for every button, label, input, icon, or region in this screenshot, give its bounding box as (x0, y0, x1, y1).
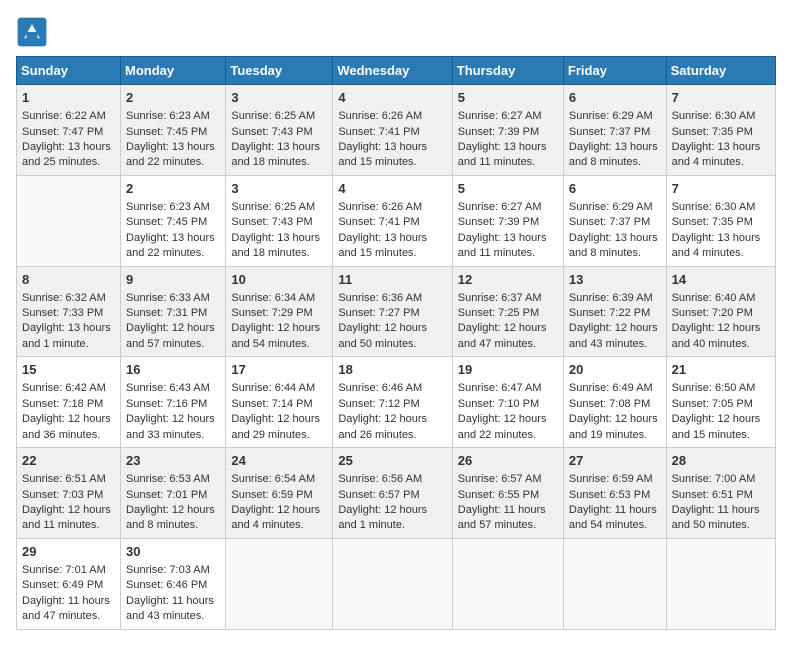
day-number: 28 (672, 452, 770, 470)
calendar-cell: 21Sunrise: 6:50 AMSunset: 7:05 PMDayligh… (666, 357, 775, 448)
page-header (16, 16, 776, 48)
calendar-cell: 29Sunrise: 7:01 AMSunset: 6:49 PMDayligh… (17, 538, 121, 629)
calendar-cell: 3Sunrise: 6:25 AMSunset: 7:43 PMDaylight… (226, 175, 333, 266)
day-number: 20 (569, 361, 661, 379)
day-number: 1 (22, 89, 115, 107)
calendar-row: 2Sunrise: 6:23 AMSunset: 7:45 PMDaylight… (17, 175, 776, 266)
calendar-row: 8Sunrise: 6:32 AMSunset: 7:33 PMDaylight… (17, 266, 776, 357)
calendar-cell (452, 538, 563, 629)
calendar-cell: 28Sunrise: 7:00 AMSunset: 6:51 PMDayligh… (666, 448, 775, 539)
day-number: 4 (338, 180, 446, 198)
calendar-cell: 4Sunrise: 6:26 AMSunset: 7:41 PMDaylight… (333, 85, 452, 176)
calendar-cell: 20Sunrise: 6:49 AMSunset: 7:08 PMDayligh… (563, 357, 666, 448)
calendar-cell: 12Sunrise: 6:37 AMSunset: 7:25 PMDayligh… (452, 266, 563, 357)
calendar-cell: 16Sunrise: 6:43 AMSunset: 7:16 PMDayligh… (121, 357, 226, 448)
calendar-cell: 22Sunrise: 6:51 AMSunset: 7:03 PMDayligh… (17, 448, 121, 539)
day-number: 6 (569, 89, 661, 107)
calendar-cell: 2Sunrise: 6:23 AMSunset: 7:45 PMDaylight… (121, 85, 226, 176)
day-number: 5 (458, 89, 558, 107)
calendar-cell: 14Sunrise: 6:40 AMSunset: 7:20 PMDayligh… (666, 266, 775, 357)
day-number: 7 (672, 180, 770, 198)
calendar-cell: 10Sunrise: 6:34 AMSunset: 7:29 PMDayligh… (226, 266, 333, 357)
calendar-cell (17, 175, 121, 266)
day-number: 29 (22, 543, 115, 561)
day-number: 15 (22, 361, 115, 379)
logo-icon (16, 16, 48, 48)
calendar-cell: 18Sunrise: 6:46 AMSunset: 7:12 PMDayligh… (333, 357, 452, 448)
logo (16, 16, 52, 48)
calendar-cell: 27Sunrise: 6:59 AMSunset: 6:53 PMDayligh… (563, 448, 666, 539)
day-number: 19 (458, 361, 558, 379)
day-number: 30 (126, 543, 220, 561)
day-number: 24 (231, 452, 327, 470)
calendar-row: 22Sunrise: 6:51 AMSunset: 7:03 PMDayligh… (17, 448, 776, 539)
col-header-monday: Monday (121, 57, 226, 85)
calendar-cell: 15Sunrise: 6:42 AMSunset: 7:18 PMDayligh… (17, 357, 121, 448)
day-number: 7 (672, 89, 770, 107)
day-number: 12 (458, 271, 558, 289)
calendar-cell: 6Sunrise: 6:29 AMSunset: 7:37 PMDaylight… (563, 85, 666, 176)
day-number: 3 (231, 89, 327, 107)
day-number: 25 (338, 452, 446, 470)
calendar-cell: 23Sunrise: 6:53 AMSunset: 7:01 PMDayligh… (121, 448, 226, 539)
calendar-cell: 5Sunrise: 6:27 AMSunset: 7:39 PMDaylight… (452, 85, 563, 176)
calendar-row: 1Sunrise: 6:22 AMSunset: 7:47 PMDaylight… (17, 85, 776, 176)
calendar-cell: 30Sunrise: 7:03 AMSunset: 6:46 PMDayligh… (121, 538, 226, 629)
day-number: 26 (458, 452, 558, 470)
calendar-cell: 7Sunrise: 6:30 AMSunset: 7:35 PMDaylight… (666, 85, 775, 176)
col-header-saturday: Saturday (666, 57, 775, 85)
day-number: 10 (231, 271, 327, 289)
day-number: 3 (231, 180, 327, 198)
col-header-sunday: Sunday (17, 57, 121, 85)
day-number: 23 (126, 452, 220, 470)
day-number: 16 (126, 361, 220, 379)
calendar-cell: 5Sunrise: 6:27 AMSunset: 7:39 PMDaylight… (452, 175, 563, 266)
calendar-header-row: SundayMondayTuesdayWednesdayThursdayFrid… (17, 57, 776, 85)
calendar-cell: 13Sunrise: 6:39 AMSunset: 7:22 PMDayligh… (563, 266, 666, 357)
calendar-table: SundayMondayTuesdayWednesdayThursdayFrid… (16, 56, 776, 630)
calendar-cell: 2Sunrise: 6:23 AMSunset: 7:45 PMDaylight… (121, 175, 226, 266)
calendar-cell: 19Sunrise: 6:47 AMSunset: 7:10 PMDayligh… (452, 357, 563, 448)
calendar-cell: 7Sunrise: 6:30 AMSunset: 7:35 PMDaylight… (666, 175, 775, 266)
day-number: 21 (672, 361, 770, 379)
day-number: 2 (126, 89, 220, 107)
day-number: 6 (569, 180, 661, 198)
day-number: 2 (126, 180, 220, 198)
calendar-cell: 17Sunrise: 6:44 AMSunset: 7:14 PMDayligh… (226, 357, 333, 448)
day-number: 17 (231, 361, 327, 379)
calendar-cell: 3Sunrise: 6:25 AMSunset: 7:43 PMDaylight… (226, 85, 333, 176)
day-number: 27 (569, 452, 661, 470)
day-number: 9 (126, 271, 220, 289)
calendar-cell: 1Sunrise: 6:22 AMSunset: 7:47 PMDaylight… (17, 85, 121, 176)
calendar-cell (666, 538, 775, 629)
calendar-row: 15Sunrise: 6:42 AMSunset: 7:18 PMDayligh… (17, 357, 776, 448)
calendar-cell: 25Sunrise: 6:56 AMSunset: 6:57 PMDayligh… (333, 448, 452, 539)
col-header-thursday: Thursday (452, 57, 563, 85)
day-number: 5 (458, 180, 558, 198)
calendar-cell: 24Sunrise: 6:54 AMSunset: 6:59 PMDayligh… (226, 448, 333, 539)
calendar-cell: 11Sunrise: 6:36 AMSunset: 7:27 PMDayligh… (333, 266, 452, 357)
calendar-cell (563, 538, 666, 629)
calendar-cell: 26Sunrise: 6:57 AMSunset: 6:55 PMDayligh… (452, 448, 563, 539)
col-header-friday: Friday (563, 57, 666, 85)
day-number: 11 (338, 271, 446, 289)
calendar-cell: 9Sunrise: 6:33 AMSunset: 7:31 PMDaylight… (121, 266, 226, 357)
calendar-cell: 4Sunrise: 6:26 AMSunset: 7:41 PMDaylight… (333, 175, 452, 266)
day-number: 8 (22, 271, 115, 289)
calendar-cell: 8Sunrise: 6:32 AMSunset: 7:33 PMDaylight… (17, 266, 121, 357)
calendar-cell: 6Sunrise: 6:29 AMSunset: 7:37 PMDaylight… (563, 175, 666, 266)
day-number: 18 (338, 361, 446, 379)
calendar-row: 29Sunrise: 7:01 AMSunset: 6:49 PMDayligh… (17, 538, 776, 629)
col-header-wednesday: Wednesday (333, 57, 452, 85)
calendar-cell (333, 538, 452, 629)
day-number: 4 (338, 89, 446, 107)
calendar-cell (226, 538, 333, 629)
day-number: 22 (22, 452, 115, 470)
day-number: 13 (569, 271, 661, 289)
day-number: 14 (672, 271, 770, 289)
col-header-tuesday: Tuesday (226, 57, 333, 85)
